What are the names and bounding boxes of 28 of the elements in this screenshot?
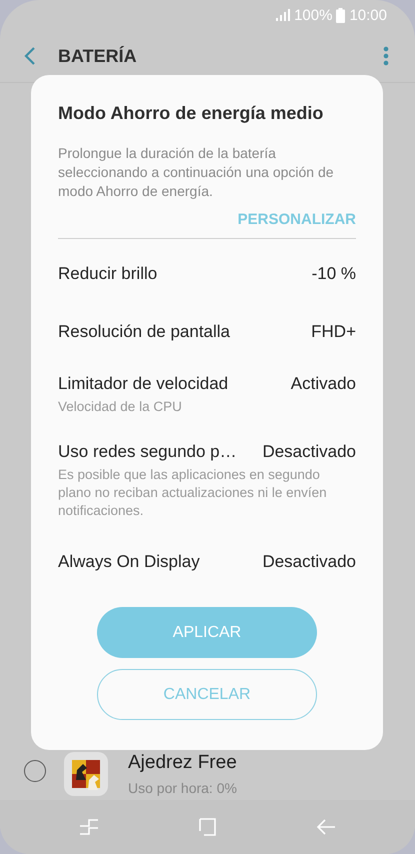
more-options-icon[interactable] [383, 46, 389, 66]
setting-value: -10 % [312, 264, 356, 284]
screen-title: BATERÍA [58, 46, 138, 66]
setting-label: Uso redes segundo p… [58, 442, 237, 462]
battery-icon [336, 8, 346, 22]
home-icon[interactable] [198, 818, 217, 836]
setting-value: Activado [290, 374, 356, 394]
signal-icon [276, 9, 290, 21]
setting-label: Limitador de velocidad [58, 374, 228, 394]
setting-label: Reducir brillo [58, 264, 158, 284]
setting-value: Desactivado [262, 552, 356, 572]
customize-link[interactable]: PERSONALIZAR [238, 211, 356, 238]
setting-description: Es posible que las aplicaciones en segundo plano no reciban actualizaciones ni le envíen notificaciones. [58, 466, 328, 520]
setting-description: Velocidad de la CPU [58, 398, 183, 416]
setting-label: Resolución de pantalla [58, 322, 230, 342]
apply-button[interactable]: APLICAR [97, 607, 317, 658]
radio-button[interactable] [24, 760, 46, 782]
setting-label: Always On Display [58, 552, 200, 572]
setting-value: Desactivado [262, 442, 356, 462]
back-icon[interactable] [24, 46, 36, 66]
app-usage: Uso por hora: 0% [128, 780, 237, 796]
setting-value: FHD+ [311, 322, 356, 342]
dialog-description: Prolongue la duración de la batería seleccionando a continuación una opción de modo Ahorro de energía. [58, 144, 335, 201]
app-name: Ajedrez Free [128, 752, 237, 774]
cancel-button[interactable]: CANCELAR [97, 669, 317, 720]
dialog-title: Modo Ahorro de energía medio [58, 103, 324, 124]
chess-app-icon [64, 752, 108, 796]
recent-apps-icon[interactable] [79, 818, 100, 836]
